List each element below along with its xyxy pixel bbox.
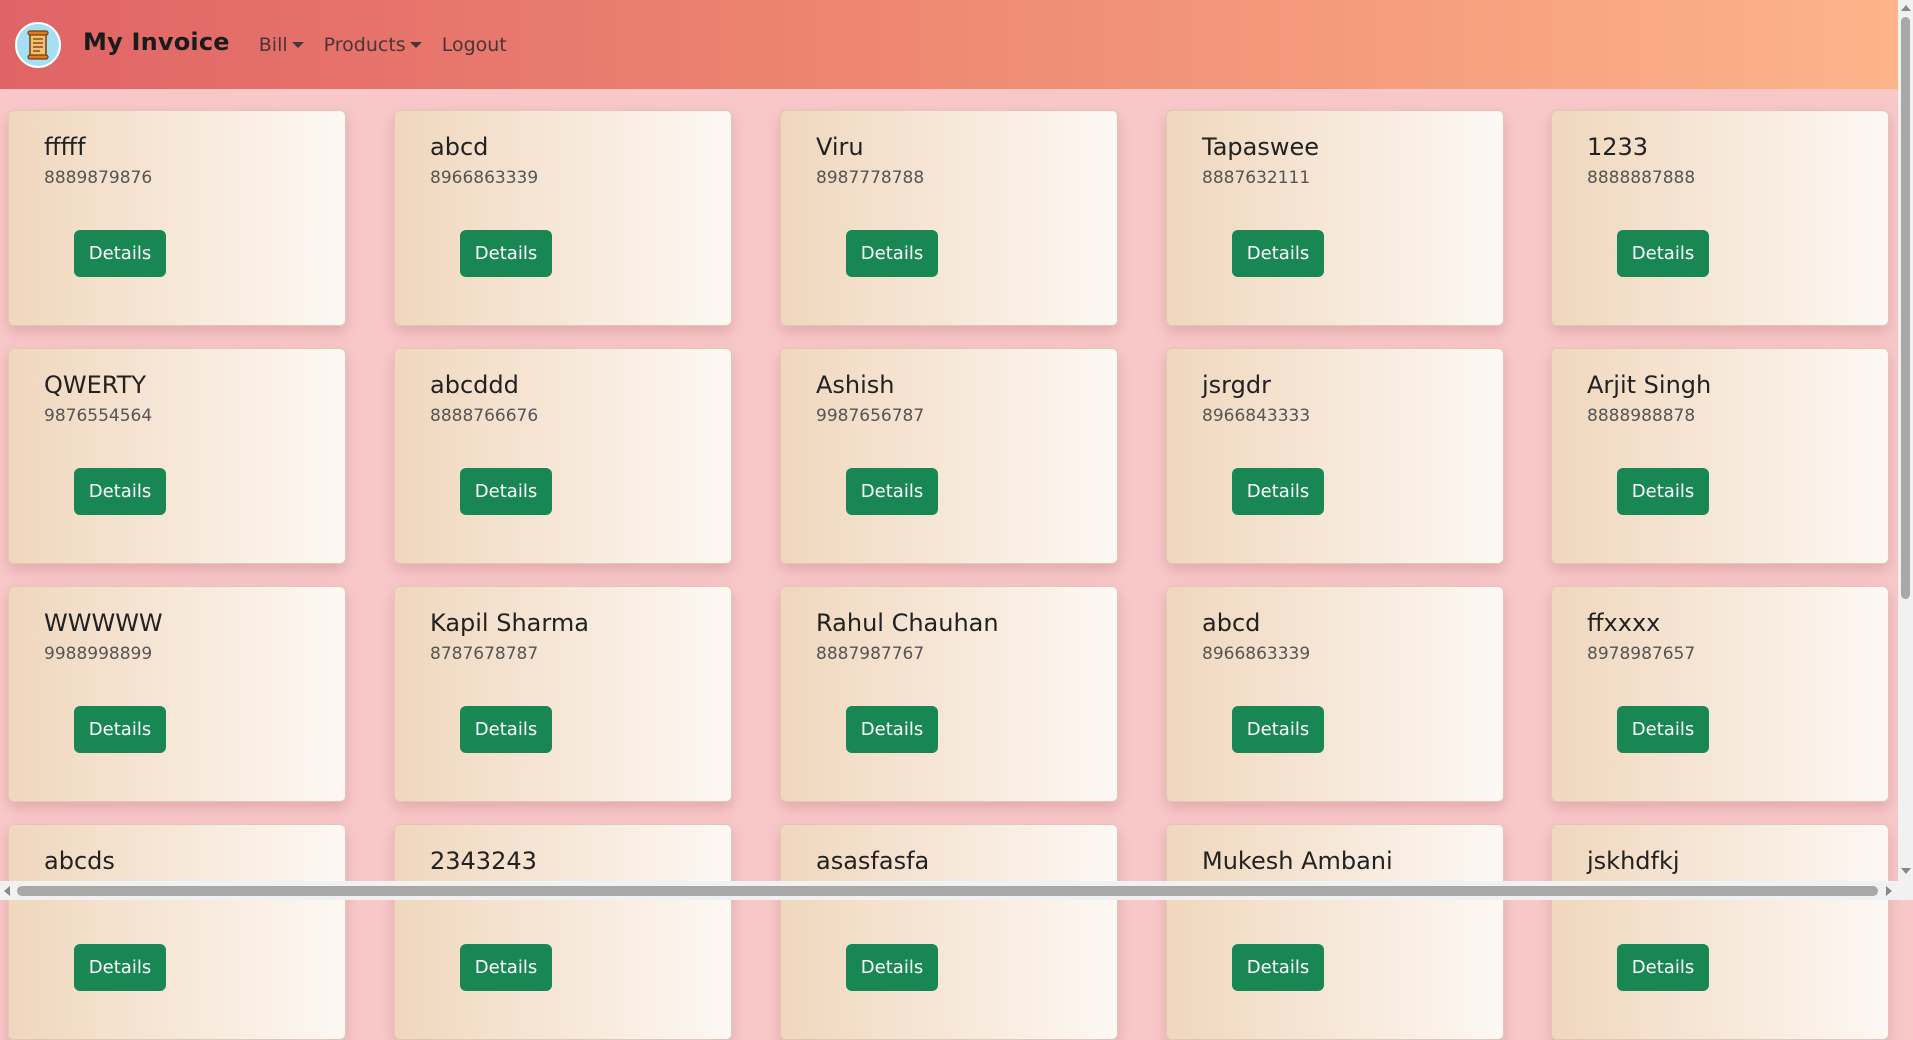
scroll-up-arrow-icon[interactable]: [1901, 5, 1911, 11]
nav-bill-dropdown[interactable]: Bill: [259, 34, 304, 56]
customer-card: jsrgdr 8966843333 Details: [1166, 348, 1504, 564]
customer-card: abcd 8966863339 Details: [394, 110, 732, 326]
scroll-down-arrow-icon[interactable]: [1901, 868, 1911, 874]
details-button[interactable]: Details: [460, 944, 552, 991]
customer-card: Ashish 9987656787 Details: [780, 348, 1118, 564]
customer-card: Tapaswee 8887632111 Details: [1166, 110, 1504, 326]
details-button[interactable]: Details: [460, 706, 552, 753]
navbar: My Invoice Bill Products Logout: [0, 0, 1898, 89]
customer-name: Viru: [816, 133, 864, 161]
customer-name: abcd: [1202, 609, 1261, 637]
customer-card: abcddd 8888766676 Details: [394, 348, 732, 564]
customer-name: WWWWW: [44, 609, 163, 637]
customer-card: Arjit Singh 8888988878 Details: [1551, 348, 1889, 564]
customer-card: fffff 8889879876 Details: [8, 110, 346, 326]
customer-name: jsrgdr: [1202, 371, 1271, 399]
customer-card: asasfasfa Details: [780, 824, 1118, 1040]
details-button[interactable]: Details: [74, 944, 166, 991]
details-button[interactable]: Details: [846, 706, 938, 753]
customer-name: Rahul Chauhan: [816, 609, 999, 637]
customer-card: WWWWW 9988998899 Details: [8, 586, 346, 802]
details-button[interactable]: Details: [460, 230, 552, 277]
customer-name: Arjit Singh: [1587, 371, 1712, 399]
details-button[interactable]: Details: [74, 468, 166, 515]
customer-phone: 8887632111: [1202, 168, 1311, 188]
details-button[interactable]: Details: [1617, 706, 1709, 753]
brand-title[interactable]: My Invoice: [83, 28, 230, 56]
vertical-scroll-thumb[interactable]: [1901, 17, 1910, 599]
customer-phone: 8787678787: [430, 644, 539, 664]
customer-name: Ashish: [816, 371, 895, 399]
customer-name: 2343243: [430, 847, 537, 875]
caret-down-icon: [409, 42, 422, 48]
details-button[interactable]: Details: [846, 230, 938, 277]
customer-card: ffxxxx 8978987657 Details: [1551, 586, 1889, 802]
customer-card: Kapil Sharma 8787678787 Details: [394, 586, 732, 802]
customer-phone: 8888988878: [1587, 406, 1696, 426]
customer-card: abcd 8966863339 Details: [1166, 586, 1504, 802]
customer-card: 1233 8888887888 Details: [1551, 110, 1889, 326]
customer-phone: 8987778788: [816, 168, 925, 188]
customer-phone: 8966863339: [1202, 644, 1311, 664]
customer-name: asasfasfa: [816, 847, 930, 875]
customer-phone: 8889879876: [44, 168, 153, 188]
details-button[interactable]: Details: [1232, 230, 1324, 277]
customer-phone: 8966843333: [1202, 406, 1311, 426]
details-button[interactable]: Details: [1617, 230, 1709, 277]
customer-card: Rahul Chauhan 8887987767 Details: [780, 586, 1118, 802]
customer-name: jskhdfkj: [1587, 847, 1680, 875]
customer-card: jskhdfkj Details: [1551, 824, 1889, 1040]
customer-name: QWERTY: [44, 371, 147, 399]
customer-phone: 8978987657: [1587, 644, 1696, 664]
details-button[interactable]: Details: [846, 944, 938, 991]
customer-name: Mukesh Ambani: [1202, 847, 1393, 875]
customer-name: abcd: [430, 133, 489, 161]
customer-phone: 9876554564: [44, 406, 153, 426]
invoice-scroll-icon[interactable]: [15, 21, 61, 68]
nav-logout-label: Logout: [441, 33, 507, 56]
customer-card: Viru 8987778788 Details: [780, 110, 1118, 326]
customer-name: Tapaswee: [1202, 133, 1319, 161]
customer-phone: 9987656787: [816, 406, 925, 426]
customer-name: 1233: [1587, 133, 1649, 161]
details-button[interactable]: Details: [1617, 468, 1709, 515]
details-button[interactable]: Details: [846, 468, 938, 515]
scroll-left-arrow-icon[interactable]: [4, 886, 10, 896]
vertical-scrollbar[interactable]: [1898, 0, 1913, 900]
caret-down-icon: [291, 42, 304, 48]
nav-products-dropdown[interactable]: Products: [324, 34, 422, 56]
details-button[interactable]: Details: [1232, 468, 1324, 515]
scroll-right-arrow-icon[interactable]: [1886, 886, 1892, 896]
customer-name: ffxxxx: [1587, 609, 1661, 637]
details-button[interactable]: Details: [460, 468, 552, 515]
horizontal-scrollbar[interactable]: [0, 881, 1898, 900]
customer-name: Kapil Sharma: [430, 609, 589, 637]
details-button[interactable]: Details: [1232, 944, 1324, 991]
customer-phone: 8966863339: [430, 168, 539, 188]
customer-name: fffff: [44, 133, 86, 161]
nav-products-label: Products: [323, 33, 406, 56]
customer-name: abcddd: [430, 371, 519, 399]
details-button[interactable]: Details: [1232, 706, 1324, 753]
customer-card: 2343243 Details: [394, 824, 732, 1040]
details-button[interactable]: Details: [1617, 944, 1709, 991]
customer-phone: 9988998899: [44, 644, 153, 664]
details-button[interactable]: Details: [74, 706, 166, 753]
customer-phone: 8888766676: [430, 406, 539, 426]
customer-name: abcds: [44, 847, 115, 875]
horizontal-scroll-thumb[interactable]: [17, 886, 1878, 896]
customer-card: abcds Details: [8, 824, 346, 1040]
customer-card: QWERTY 9876554564 Details: [8, 348, 346, 564]
customer-phone: 8888887888: [1587, 168, 1696, 188]
nav-logout-link[interactable]: Logout: [442, 34, 507, 56]
details-button[interactable]: Details: [74, 230, 166, 277]
nav-bill-label: Bill: [258, 33, 288, 56]
customer-phone: 8887987767: [816, 644, 925, 664]
customer-card: Mukesh Ambani Details: [1166, 824, 1504, 1040]
